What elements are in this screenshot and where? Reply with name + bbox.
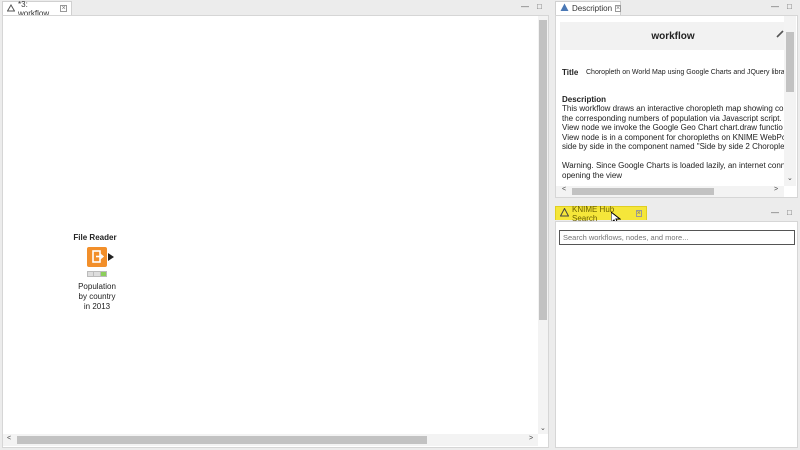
node-label-line: by country — [78, 292, 116, 301]
description-line: View node we invoke the Google Geo Chart… — [562, 123, 783, 132]
description-line: This workflow draws an interactive choro… — [562, 104, 784, 113]
node-status-traffic-light — [87, 271, 107, 277]
description-body: This workflow draws an interactive choro… — [562, 104, 790, 180]
file-reader-icon — [92, 250, 105, 263]
maximize-icon[interactable]: □ — [787, 2, 792, 11]
description-horizontal-scrollbar[interactable]: < > — [556, 186, 784, 197]
description-header: workflow — [560, 22, 786, 50]
warning-icon — [559, 207, 570, 219]
hub-tab-label: KNIME Hub Search — [572, 204, 615, 223]
description-tab-icon — [560, 3, 569, 14]
close-icon[interactable]: × — [615, 5, 622, 12]
node-label-line: in 2013 — [83, 302, 111, 311]
scrollbar-thumb[interactable] — [786, 32, 794, 92]
minimize-icon[interactable]: — — [771, 2, 779, 11]
tab-knime-hub-search[interactable]: KNIME Hub Search × — [555, 204, 647, 223]
description-tab-label: Description — [572, 4, 613, 13]
pencil-icon[interactable] — [776, 30, 784, 40]
file-reader-node[interactable] — [87, 247, 107, 267]
scroll-right-icon[interactable]: > — [529, 435, 533, 442]
maximize-icon[interactable]: □ — [787, 208, 792, 217]
close-icon[interactable]: × — [60, 5, 67, 12]
scroll-left-icon[interactable]: < — [7, 435, 11, 442]
description-vertical-scrollbar[interactable]: ⌄ — [784, 16, 796, 186]
scroll-down-icon[interactable]: ⌄ — [540, 424, 546, 432]
workflow-tab-icon — [6, 3, 16, 14]
description-line: the corresponding numbers of population … — [562, 113, 782, 123]
title-label: Title — [562, 68, 579, 77]
scroll-down-icon[interactable]: ⌄ — [787, 174, 793, 182]
node-title: File Reader — [73, 233, 117, 242]
warning-line: opening the view — [562, 170, 623, 180]
scroll-right-icon[interactable]: > — [774, 186, 778, 193]
scrollbar-thumb[interactable] — [17, 436, 427, 444]
description-line: side by side in the component named "Sid… — [562, 142, 787, 151]
title-value: Choropleth on World Map using Google Cha… — [586, 69, 785, 76]
node-label: Population by country in 2013 — [67, 282, 127, 312]
editor-vertical-scrollbar[interactable]: ⌄ — [538, 16, 548, 434]
editor-horizontal-scrollbar[interactable]: < > — [3, 434, 538, 446]
workflow-canvas[interactable]: File Reader Population by country in 201… — [2, 15, 549, 448]
hub-search-panel — [555, 221, 798, 448]
description-section-label: Description — [562, 95, 607, 104]
close-icon[interactable]: × — [635, 210, 642, 217]
node-output-port-icon[interactable] — [108, 253, 114, 263]
tab-workflow[interactable]: *3: workflow × — [2, 0, 72, 18]
scroll-left-icon[interactable]: < — [562, 186, 566, 193]
hub-window-controls: — □ — [771, 208, 792, 217]
node-label-line: Population — [78, 282, 116, 291]
editor-window-controls: — □ — [521, 2, 542, 11]
maximize-icon[interactable]: □ — [537, 2, 542, 11]
description-line: View node is in a component for chorople… — [562, 132, 787, 142]
scrollbar-thumb[interactable] — [572, 188, 714, 195]
description-header-title: workflow — [651, 30, 695, 42]
minimize-icon[interactable]: — — [771, 208, 779, 217]
warning-line: Warning. Since Google Charts is loaded l… — [562, 161, 790, 170]
scrollbar-thumb[interactable] — [539, 20, 547, 320]
tab-description[interactable]: Description × — [555, 1, 622, 15]
description-panel: workflow Title Choropleth on World Map u… — [555, 15, 798, 198]
minimize-icon[interactable]: — — [521, 2, 529, 11]
hub-search-input[interactable] — [559, 230, 795, 245]
description-window-controls: — □ — [771, 2, 792, 11]
